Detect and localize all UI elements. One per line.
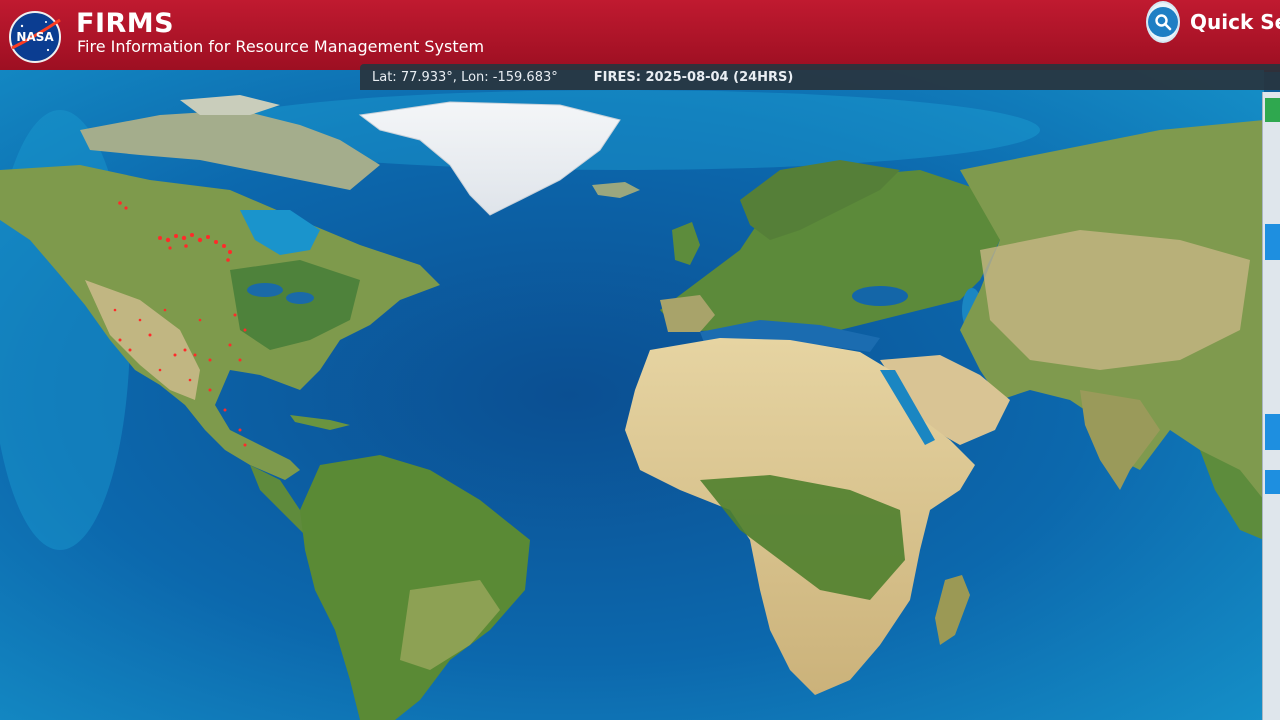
app-title: FIRMS xyxy=(76,8,175,39)
nasa-logo-icon[interactable]: NASA xyxy=(8,10,62,64)
app-subtitle: Fire Information for Resource Management… xyxy=(77,37,485,56)
nasa-logo-text: NASA xyxy=(16,30,54,44)
cursor-coordinates: Lat: 77.933°, Lon: -159.683° xyxy=(372,69,558,85)
search-icon xyxy=(1146,1,1180,43)
quick-search-label: Quick Se xyxy=(1190,10,1280,34)
fires-date-label: FIRES: 2025-08-04 (24HRS) xyxy=(593,69,794,85)
fire-map[interactable] xyxy=(0,70,1264,720)
tool-button-1[interactable] xyxy=(1265,224,1280,260)
map-tools-strip xyxy=(1262,92,1280,720)
tool-button-2[interactable] xyxy=(1265,414,1280,450)
layers-toggle-button[interactable] xyxy=(1265,98,1280,122)
quick-search-button[interactable]: Quick Se xyxy=(1146,0,1280,44)
tool-button-3[interactable] xyxy=(1265,470,1280,494)
app-header: NASA FIRMS Fire Information for Resource… xyxy=(0,0,1280,72)
map-info-bar: Lat: 77.933°, Lon: -159.683° FIRES: 2025… xyxy=(360,64,1280,90)
